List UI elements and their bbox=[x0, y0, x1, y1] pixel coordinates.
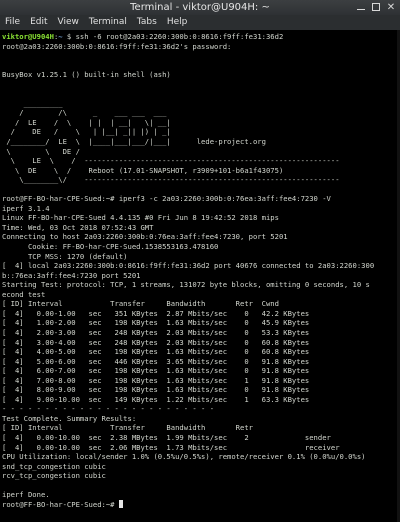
terminal-line: [ 4] 0.00-10.00 sec 2.38 MBytes 1.99 Mbi… bbox=[2, 432, 331, 442]
terminal-line: [ 4] 7.00-8.00 sec 198 KBytes 1.63 Mbits… bbox=[2, 375, 310, 385]
menu-edit[interactable]: Edit bbox=[30, 15, 47, 30]
terminal-line: \ DE \ / Reboot (17.01-SNAPSHOT, r3909+1… bbox=[2, 165, 284, 175]
menu-bar: File Edit View Terminal Tabs Help bbox=[0, 15, 400, 30]
terminal-line: econd test bbox=[2, 289, 46, 299]
menu-tabs[interactable]: Tabs bbox=[137, 15, 157, 30]
terminal-line: / /\ _ ___ ___ ___ bbox=[2, 108, 167, 118]
terminal-line: Time: Wed, 03 Oct 2018 07:52:43 GMT bbox=[2, 222, 154, 232]
terminal-line: \ LE \ / -------------------------------… bbox=[2, 156, 340, 166]
menu-terminal[interactable]: Terminal bbox=[89, 15, 127, 30]
terminal-line: \ \ DE / bbox=[2, 146, 80, 156]
terminal-line: BusyBox v1.25.1 () built-in shell (ash) bbox=[2, 70, 171, 80]
terminal-line: [ ID] Interval Transfer Bandwidth Retr C… bbox=[2, 299, 279, 309]
menu-file[interactable]: File bbox=[5, 15, 20, 30]
terminal-line: Test Complete. Summary Results: bbox=[2, 413, 137, 423]
terminal-line: - - - - - - - - - - - - - - - - - - - - … bbox=[2, 404, 215, 414]
text-cursor bbox=[118, 499, 123, 508]
window-title: Terminal - viktor@U904H: ~ bbox=[130, 2, 270, 13]
terminal-line: [ 4] 5.00-6.00 sec 446 KBytes 3.65 Mbits… bbox=[2, 356, 310, 366]
close-icon[interactable]: ✕ bbox=[384, 0, 398, 15]
last-prompt: root@FF-BO-har-CPE-Sued:~# bbox=[2, 499, 119, 509]
terminal-line: [ 4] 3.00-4.00 sec 248 KBytes 2.03 Mbits… bbox=[2, 337, 310, 347]
terminal-line: Linux FF-BO-har-CPE-Sued 4.4.135 #0 Fri … bbox=[2, 213, 279, 223]
terminal-line: Starting Test: protocol: TCP, 1 streams,… bbox=[2, 280, 370, 290]
terminal-line: [ 4] 8.00-9.00 sec 198 KBytes 1.63 Mbits… bbox=[2, 385, 310, 395]
maximize-icon[interactable] bbox=[369, 0, 383, 15]
terminal-line: [ 4] 0.00-1.00 sec 351 KBytes 2.87 Mbits… bbox=[2, 308, 310, 318]
terminal-line: Connecting to host 2a03:2260:300b:0:76ea… bbox=[2, 232, 288, 242]
terminal-line: /________/ LE \ |____|___|___/|___| lede… bbox=[2, 137, 266, 147]
terminal-lines: root@2a03:2260:300b:0:8616:f9ff:fe31:36d… bbox=[2, 42, 374, 500]
terminal-line: [ ID] Interval Transfer Bandwidth Retr bbox=[2, 423, 253, 433]
title-bar[interactable]: Terminal - viktor@U904H: ~ ✕ bbox=[0, 0, 400, 15]
terminal-line: CPU Utilization: local/sender 1.0% (0.5%… bbox=[2, 452, 366, 462]
menu-view[interactable]: View bbox=[58, 15, 79, 30]
terminal-line: [ 4] 0.00-10.00 sec 2.06 MBytes 1.73 Mbi… bbox=[2, 442, 340, 452]
terminal-line: rcv_tcp_congestion cubic bbox=[2, 471, 106, 481]
terminal-line: TCP MSS: 1270 (default) bbox=[2, 251, 128, 261]
terminal-line: iperf Done. bbox=[2, 490, 50, 500]
terminal-window: Terminal - viktor@U904H: ~ ✕ File Edit V… bbox=[0, 0, 400, 522]
terminal-line: [ 4] 1.00-2.00 sec 198 KBytes 1.63 Mbits… bbox=[2, 318, 310, 328]
terminal-line: Cookie: FF-BO-har-CPE-Sued.1538553163.47… bbox=[2, 242, 219, 252]
minimize-icon[interactable] bbox=[354, 0, 368, 15]
terminal-line: _________ bbox=[2, 98, 63, 108]
terminal-area[interactable]: viktor@U904H:~ $ ssh -6 root@2a03:2260:3… bbox=[0, 30, 400, 522]
terminal-line: [ 4] 2.00-3.00 sec 248 KBytes 2.03 Mbits… bbox=[2, 327, 310, 337]
terminal-line: iperf 3.1.4 bbox=[2, 203, 50, 213]
menu-help[interactable]: Help bbox=[167, 15, 188, 30]
terminal-line: snd_tcp_congestion cubic bbox=[2, 461, 106, 471]
terminal-line: root@FF-BO-har-CPE-Sued:~# iperf3 -c 2a0… bbox=[2, 194, 331, 204]
terminal-line: \________\/ ----------------------------… bbox=[2, 175, 340, 185]
terminal-line: [ 4] local 2a03:2260:300b:0:8616:f9ff:fe… bbox=[2, 261, 375, 271]
terminal-line: root@2a03:2260:300b:0:8616:f9ff:fe31:36d… bbox=[2, 41, 232, 51]
terminal-line: [ 4] 9.00-10.00 sec 149 KBytes 1.22 Mbit… bbox=[2, 394, 310, 404]
terminal-line: / LE / \ | | | __| \| __| bbox=[2, 117, 171, 127]
prompt-user-host: viktor@U904H bbox=[2, 32, 54, 41]
terminal-line: b::76ea:3aff:fee4:7230 port 5201 bbox=[2, 270, 141, 280]
terminal-line: [ 4] 6.00-7.00 sec 198 KBytes 1.63 Mbits… bbox=[2, 366, 310, 376]
terminal-line: / DE / \ | |__| _|| |) | _| bbox=[2, 127, 171, 137]
terminal-output: viktor@U904H:~ $ ssh -6 root@2a03:2260:3… bbox=[2, 32, 374, 509]
terminal-line: [ 4] 4.00-5.00 sec 198 KBytes 1.63 Mbits… bbox=[2, 347, 310, 357]
prompt-command: $ ssh -6 root@2a03:2260:300b:0:8616:f9ff… bbox=[62, 32, 284, 41]
